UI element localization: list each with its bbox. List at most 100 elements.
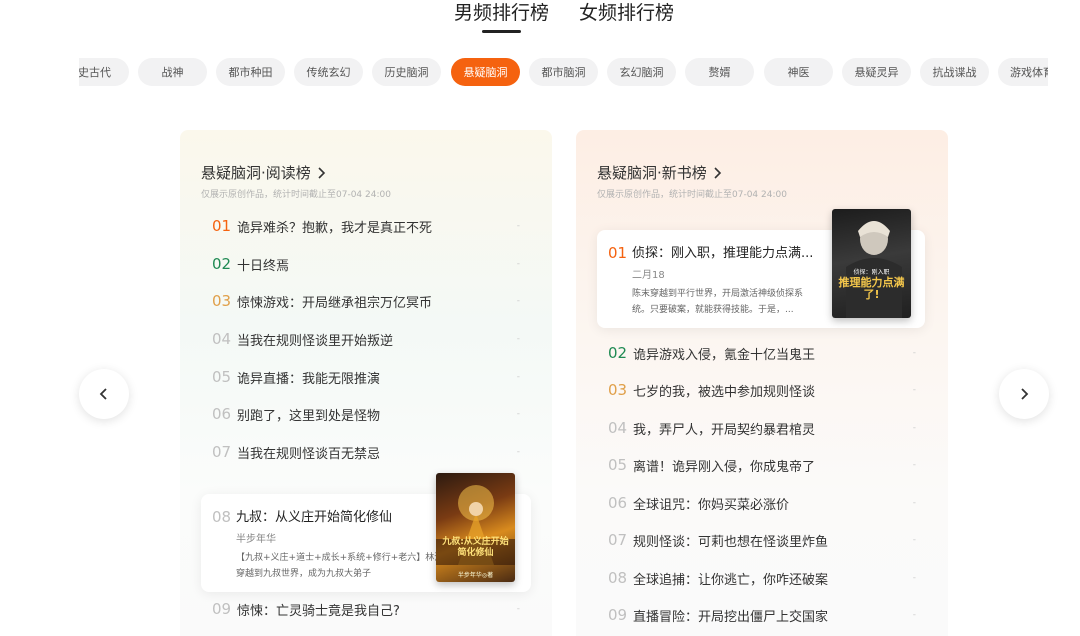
rank-item[interactable]: 05 离谱！诡异刚入侵，你成鬼帝了 - [576, 453, 948, 477]
book-title: 惊悚游戏：开局继承祖宗万亿冥币 [237, 295, 433, 311]
book-title: 诡异直播：我能无限推演 [237, 371, 381, 387]
book-author: 半步年华 [236, 534, 276, 545]
rank-change: - [516, 372, 520, 382]
rank-number: 07 [608, 531, 628, 549]
rank-item[interactable]: 05 诡异直播：我能无限推演 - [180, 365, 552, 389]
rank-number: 06 [608, 494, 628, 512]
tab-female-ranking[interactable]: 女频排行榜 [579, 0, 674, 25]
book-title: 我，弄尸人，开局契约暴君棺灵 [633, 422, 816, 438]
book-title: 诡异游戏入侵，氪金十亿当鬼王 [633, 347, 816, 363]
category-chip[interactable]: 历史古代 [79, 58, 129, 86]
rank-item[interactable]: 09 直播冒险：开局挖出僵尸上交国家 - [576, 603, 948, 627]
book-title: 惊悚：亡灵骑士竟是我自己? [237, 603, 400, 619]
rank-number: 05 [608, 456, 628, 474]
tab-male-ranking[interactable]: 男频排行榜 [454, 0, 549, 25]
cover-artwork [846, 221, 902, 318]
chevron-right-icon [714, 166, 721, 179]
panel-title-link[interactable]: 悬疑脑洞·阅读榜 [201, 162, 326, 183]
carousel-next-button[interactable] [999, 369, 1049, 419]
rank-change: - [912, 423, 916, 433]
rank-item[interactable]: 07 规则怪谈：可莉也想在怪谈里炸鱼 - [576, 528, 948, 552]
category-chip[interactable]: 战神 [138, 58, 207, 86]
book-cover[interactable]: 侦探：刚入职 推理能力点满了! [832, 209, 911, 318]
cover-top-text: 侦探：刚入职 [853, 269, 890, 276]
panel-title: 悬疑脑洞·阅读榜 [201, 164, 311, 182]
category-chip[interactable]: 悬疑灵异 [842, 58, 911, 86]
category-chip-active[interactable]: 悬疑脑洞 [451, 58, 520, 86]
book-title: 当我在规则怪谈里开始叛逆 [237, 333, 394, 349]
category-chip[interactable]: 传统玄幻 [294, 58, 363, 86]
reading-ranking-panel: 悬疑脑洞·阅读榜 仅展示原创作品，统计时间截止至07-04 24:00 01 诡… [180, 130, 552, 636]
rank-item[interactable]: 02 诡异游戏入侵，氪金十亿当鬼王 - [576, 341, 948, 365]
rank-item[interactable]: 06 全球诅咒：你妈买菜必涨价 - [576, 491, 948, 515]
cover-author: 半步年华◎著 [457, 572, 494, 579]
rank-change: - [912, 385, 916, 395]
rank-number: 06 [212, 405, 232, 423]
gender-tabs: 男频排行榜 女频排行榜 [0, 0, 1080, 36]
panel-subtitle: 仅展示原创作品，统计时间截止至07-04 24:00 [597, 190, 787, 200]
rank-number: 03 [212, 292, 232, 310]
book-description: 陈末穿越到平行世界，开局激活神级侦探系统。只要破案，就能获得技能。于是，... [632, 289, 804, 315]
rank-number: 04 [212, 330, 232, 348]
rank-number: 02 [608, 344, 628, 362]
carousel-prev-button[interactable] [79, 369, 129, 419]
cover-title: 九叔:从义庄开始简化修仙 [442, 537, 509, 558]
rank-item[interactable]: 04 当我在规则怪谈里开始叛逆 - [180, 327, 552, 351]
category-chip[interactable]: 游戏体育 [998, 58, 1048, 86]
rank-number: 09 [212, 600, 232, 618]
book-title: 直播冒险：开局挖出僵尸上交国家 [633, 609, 829, 625]
rank-number: 05 [212, 368, 232, 386]
book-title: 侦探：刚入职，推理能力点满... [632, 246, 814, 261]
category-chip[interactable]: 抗战谍战 [920, 58, 989, 86]
rank-change: - [912, 535, 916, 545]
panel-title: 悬疑脑洞·新书榜 [597, 164, 707, 182]
rank-change: - [516, 221, 520, 231]
rank-number: 04 [608, 419, 628, 437]
rank-change: - [912, 498, 916, 508]
rank-number: 08 [608, 569, 628, 587]
rank-item[interactable]: 08 全球追捕：让你逃亡，你咋还破案 - [576, 566, 948, 590]
book-title: 别跑了，这里到处是怪物 [237, 408, 381, 424]
cover-artwork [436, 485, 515, 565]
rank-item[interactable]: 07 当我在规则怪谈百无禁忌 - [180, 440, 552, 464]
category-chip[interactable]: 神医 [764, 58, 833, 86]
rank-change: - [912, 610, 916, 620]
rank-item[interactable]: 09 惊悚：亡灵骑士竟是我自己? - [180, 597, 552, 621]
rank-change: - [516, 604, 520, 614]
rank-number: 07 [212, 443, 232, 461]
rank-item[interactable]: 03 惊悚游戏：开局继承祖宗万亿冥币 - [180, 289, 552, 313]
category-chip[interactable]: 都市脑洞 [529, 58, 598, 86]
rank-item[interactable]: 01 诡异难杀？抱歉，我才是真正不死 - [180, 214, 552, 238]
rank-number: 02 [212, 255, 232, 273]
category-chip[interactable]: 历史脑洞 [372, 58, 441, 86]
rank-item[interactable]: 03 七岁的我，被选中参加规则怪谈 - [576, 378, 948, 402]
rank-change: - [912, 460, 916, 470]
rank-item[interactable]: 02 十日终焉 - [180, 252, 552, 276]
category-chip[interactable]: 都市种田 [216, 58, 285, 86]
book-title: 规则怪谈：可莉也想在怪谈里炸鱼 [633, 534, 829, 550]
book-description: 【九叔+义庄+道士+成长+系统+修行+老六】林浩穿越到九叔世界，成为九叔大弟子 [236, 553, 444, 579]
book-title: 诡异难杀？抱歉，我才是真正不死 [237, 220, 433, 236]
category-chip[interactable]: 玄幻脑洞 [607, 58, 676, 86]
book-cover[interactable]: 九叔:从义庄开始简化修仙 半步年华◎著 [436, 473, 515, 582]
chevron-left-icon [99, 388, 107, 400]
rank-item[interactable]: 04 我，弄尸人，开局契约暴君棺灵 - [576, 416, 948, 440]
panel-title-link[interactable]: 悬疑脑洞·新书榜 [597, 162, 722, 183]
rank-number: 03 [608, 381, 628, 399]
active-tab-indicator [482, 30, 521, 33]
book-title: 九叔：从义庄开始简化修仙 [236, 510, 393, 525]
book-title: 当我在规则怪谈百无禁忌 [237, 446, 381, 462]
rank-change: - [516, 447, 520, 457]
rank-change: - [912, 573, 916, 583]
new-books-ranking-panel: 悬疑脑洞·新书榜 仅展示原创作品，统计时间截止至07-04 24:00 01 侦… [576, 130, 948, 636]
book-title: 十日终焉 [237, 258, 290, 274]
book-title: 全球追捕：让你逃亡，你咋还破案 [633, 572, 829, 588]
category-strip: 历史古代 战神 都市种田 传统玄幻 历史脑洞 悬疑脑洞 都市脑洞 玄幻脑洞 赘婿… [79, 58, 1048, 88]
rank-item[interactable]: 06 别跑了，这里到处是怪物 - [180, 402, 552, 426]
rank-number: 01 [212, 217, 232, 235]
category-chip[interactable]: 赘婿 [685, 58, 754, 86]
panel-subtitle: 仅展示原创作品，统计时间截止至07-04 24:00 [201, 190, 391, 200]
chevron-right-icon [318, 166, 325, 179]
book-title: 离谱！诡异刚入侵，你成鬼帝了 [633, 459, 816, 475]
book-title: 七岁的我，被选中参加规则怪谈 [633, 384, 816, 400]
